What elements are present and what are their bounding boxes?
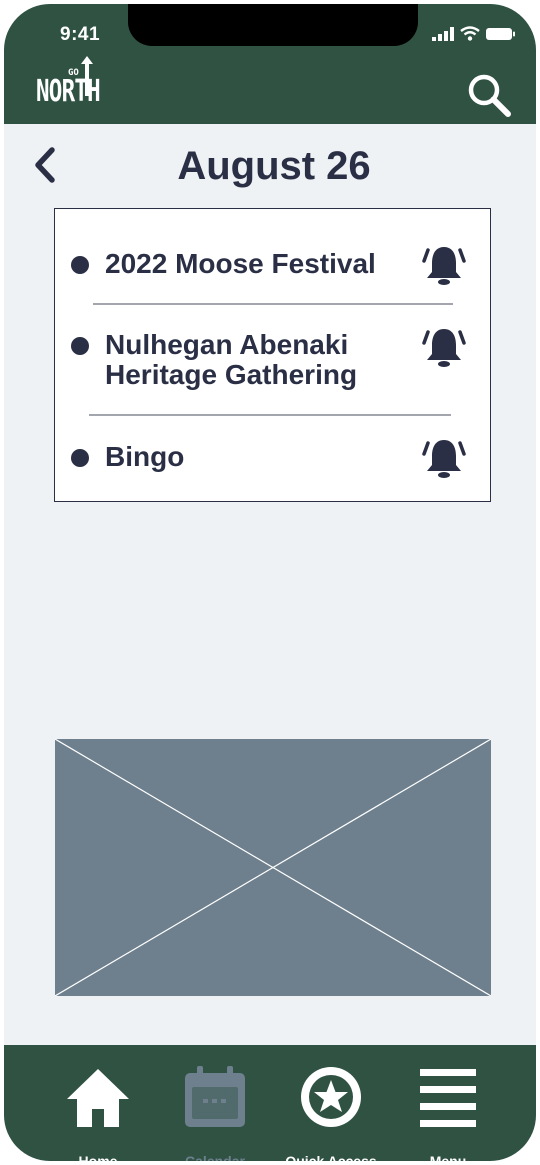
logo-main-text: NORTH — [36, 74, 101, 109]
divider — [89, 414, 451, 416]
event-name: Bingo — [105, 442, 184, 472]
page-title: August 26 — [177, 144, 371, 188]
bottom-tab-bar: Home Calendar Quick Access Menu — [4, 1045, 536, 1161]
hamburger-menu-icon — [420, 1069, 476, 1127]
tab-home[interactable]: Home — [43, 1065, 153, 1161]
event-name-line: Nulhegan Abenaki — [105, 329, 349, 360]
app-header: 9:41 GO NORTH — [4, 4, 536, 124]
phone-frame: 9:41 GO NORTH August 26 2022 Moose Festi… — [4, 4, 536, 1161]
tab-label: Menu — [429, 1153, 467, 1161]
calendar-icon — [185, 1066, 245, 1127]
status-time: 9:41 — [60, 24, 101, 45]
bullet-icon — [71, 256, 89, 274]
tab-label: Home — [78, 1153, 118, 1161]
battery-icon — [486, 27, 515, 40]
tab-quick-access[interactable]: Quick Access — [276, 1065, 386, 1161]
star-circle-icon — [301, 1067, 361, 1127]
home-icon — [67, 1069, 129, 1127]
tab-label: Calendar — [185, 1153, 245, 1161]
signal-icon — [432, 26, 454, 41]
event-name-line: Bingo — [105, 441, 185, 472]
bullet-icon — [71, 449, 89, 467]
event-name: 2022 Moose Festival — [105, 249, 376, 279]
tab-label: Quick Access — [285, 1153, 377, 1161]
status-icons — [432, 26, 516, 41]
search-icon[interactable] — [466, 72, 512, 118]
alarm-bell-icon[interactable] — [420, 434, 468, 482]
tab-menu[interactable]: Menu — [393, 1065, 503, 1161]
bullet-icon — [71, 337, 89, 355]
placeholder-cross-icon — [54, 738, 492, 997]
event-name-line: 2022 Moose Festival — [105, 248, 376, 279]
alarm-bell-icon[interactable] — [420, 241, 468, 289]
divider — [93, 303, 453, 305]
image-placeholder — [54, 738, 492, 997]
app-logo[interactable]: GO NORTH — [36, 56, 121, 109]
wifi-icon — [460, 26, 480, 41]
tab-calendar[interactable]: Calendar — [160, 1065, 270, 1161]
events-card: 2022 Moose Festival Nulhegan Abenaki Her… — [54, 208, 491, 502]
alarm-bell-icon[interactable] — [420, 323, 468, 371]
event-name-line: Heritage Gathering — [105, 359, 358, 390]
event-name: Nulhegan Abenaki Heritage Gathering — [105, 330, 357, 390]
notch — [128, 4, 418, 46]
